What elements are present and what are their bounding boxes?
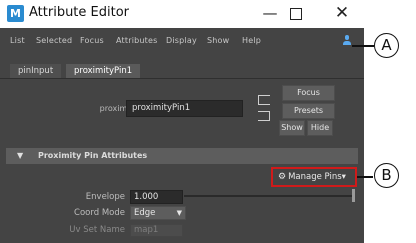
callout-b-line: [357, 176, 373, 178]
tab-pininput[interactable]: pinInput: [10, 64, 62, 78]
show-button[interactable]: Show: [279, 120, 305, 136]
attribute-editor-panel: List Selected Focus Attributes Display S…: [0, 28, 364, 243]
callout-b: B: [374, 163, 399, 188]
focus-button[interactable]: Focus: [282, 85, 335, 101]
menu-selected[interactable]: Selected: [36, 36, 72, 45]
manage-pins-label: Manage Pins: [288, 172, 342, 182]
maya-app-icon: M: [7, 5, 24, 22]
section-title: Proximity Pin Attributes: [38, 151, 148, 160]
menu-attributes[interactable]: Attributes: [116, 36, 158, 45]
user-icon-body: [343, 41, 351, 45]
coord-mode-value: Edge: [134, 208, 156, 218]
menu-list[interactable]: List: [10, 36, 25, 45]
callout-a-line: [352, 45, 374, 47]
chevron-down-icon: ▼: [176, 209, 182, 217]
minimize-button[interactable]: —: [256, 2, 284, 24]
presets-button[interactable]: Presets: [282, 103, 335, 119]
input-connection-icon[interactable]: [258, 95, 270, 105]
envelope-slider-track[interactable]: [184, 195, 354, 197]
node-name-field[interactable]: proximityPin1: [126, 100, 243, 117]
envelope-label: Envelope: [85, 192, 125, 202]
coord-mode-label: Coord Mode: [74, 208, 125, 218]
hide-button[interactable]: Hide: [307, 120, 333, 136]
menu-show[interactable]: Show: [207, 36, 229, 45]
menu-help[interactable]: Help: [242, 36, 261, 45]
coord-mode-dropdown[interactable]: Edge ▼: [130, 206, 186, 220]
menu-focus[interactable]: Focus: [80, 36, 104, 45]
proximity-pin-attributes-header[interactable]: ▼ Proximity Pin Attributes: [6, 148, 358, 164]
uv-set-name-field: map1: [130, 224, 183, 237]
tab-proximitypin1[interactable]: proximityPin1: [66, 64, 141, 78]
title-bar: M Attribute Editor — ✕: [0, 0, 364, 28]
callout-a: A: [374, 33, 399, 58]
window-title: Attribute Editor: [29, 5, 130, 20]
app-icon-letter: M: [10, 7, 21, 20]
menu-display[interactable]: Display: [166, 36, 197, 45]
tab-divider: [0, 78, 364, 79]
collapse-arrow-icon[interactable]: ▼: [17, 151, 23, 160]
node-tabs: pinInput proximityPin1: [0, 64, 364, 78]
envelope-field[interactable]: 1.000: [130, 190, 183, 204]
uv-set-name-label: Uv Set Name: [69, 225, 125, 235]
maximize-button[interactable]: [281, 2, 309, 24]
user-icon-head: [345, 35, 349, 40]
user-icon[interactable]: [342, 35, 352, 47]
gear-icon: ⚙: [278, 172, 287, 182]
close-button[interactable]: ✕: [328, 2, 356, 24]
chevron-down-icon: ▾: [341, 172, 346, 182]
output-connection-icon[interactable]: [258, 111, 270, 121]
menu-bar: List Selected Focus Attributes Display S…: [0, 28, 364, 54]
manage-pins-button[interactable]: ⚙ Manage Pins▾: [271, 167, 357, 187]
envelope-slider-handle[interactable]: [352, 189, 355, 202]
